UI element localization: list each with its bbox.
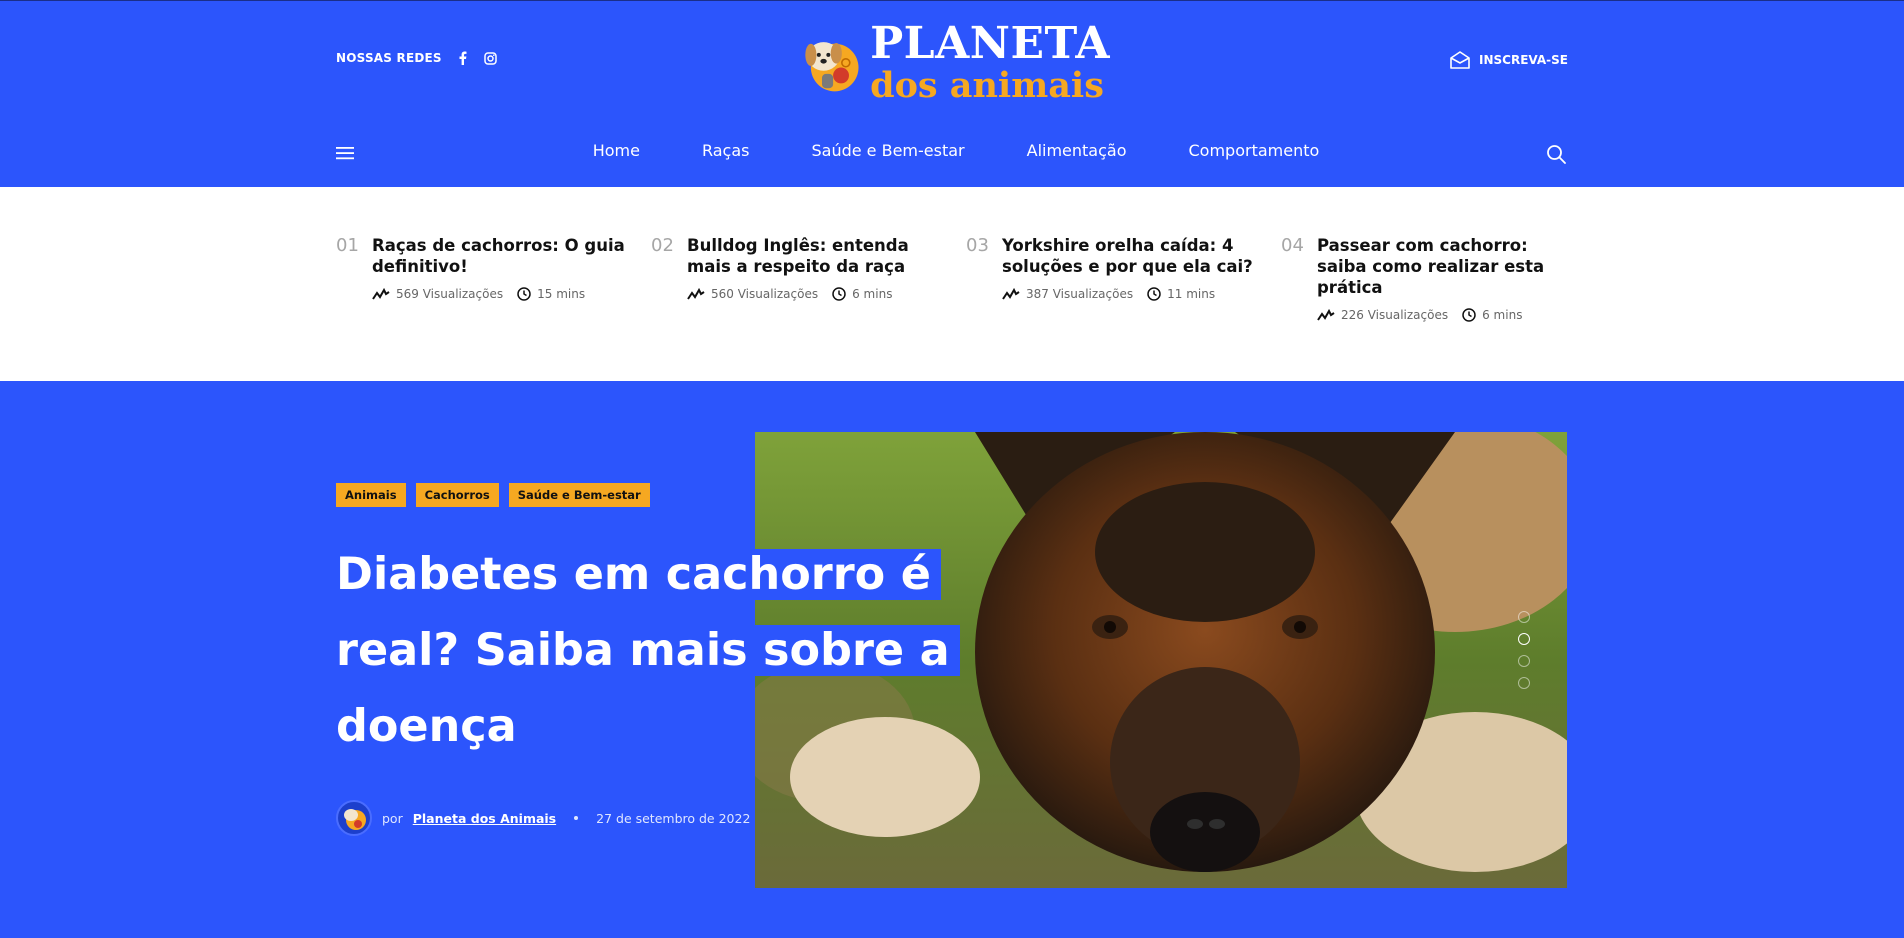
trending-number: 04 (1281, 235, 1304, 256)
logo-mascot-icon (805, 42, 859, 92)
slider-dot[interactable] (1518, 655, 1530, 667)
logo-subtitle: dos animais (870, 64, 1104, 106)
views-count: 387 Visualizações (1026, 287, 1134, 301)
views-count: 569 Visualizações (396, 287, 504, 301)
nav-item-saude[interactable]: Saúde e Bem-estar (811, 141, 964, 160)
logo-text: PLANETA dos animais (870, 17, 1110, 106)
trending-item[interactable]: 02 Bulldog Inglês: entenda mais a respei… (651, 235, 951, 301)
social-label: NOSSAS REDES (336, 51, 442, 65)
trending-item[interactable]: 03 Yorkshire orelha caída: 4 soluções e … (966, 235, 1266, 301)
subscribe-button[interactable]: INSCREVA-SE (1449, 50, 1568, 70)
avatar[interactable] (336, 800, 372, 836)
trending-posts: 01 Raças de cachorros: O guia definitivo… (0, 187, 1904, 381)
trending-number: 01 (336, 235, 359, 256)
slider-dot-active[interactable] (1518, 633, 1530, 645)
trending-title[interactable]: Yorkshire orelha caída: 4 soluções e por… (1002, 235, 1258, 277)
featured-post: Animais Cachorros Saúde e Bem-estar Diab… (0, 381, 1904, 938)
featured-title[interactable]: Diabetes em cachorro é real? Saiba mais … (336, 537, 976, 765)
author-link[interactable]: Planeta dos Animais (413, 811, 556, 826)
nav-item-home[interactable]: Home (593, 141, 640, 160)
main-nav: Home Raças Saúde e Bem-estar Alimentação… (0, 141, 1904, 160)
trending-icon (687, 288, 705, 300)
search-icon[interactable] (1546, 144, 1566, 164)
trending-title[interactable]: Passear com cachorro: saiba como realiza… (1317, 235, 1573, 298)
views-count: 226 Visualizações (1341, 308, 1449, 322)
trending-number: 03 (966, 235, 989, 256)
featured-title-text[interactable]: Diabetes em cachorro é real? Saiba mais … (336, 549, 960, 752)
post-date: 27 de setembro de 2022 (596, 810, 751, 826)
views-count: 560 Visualizações (711, 287, 819, 301)
logo-title: PLANETA (870, 17, 1110, 69)
clock-icon (1147, 287, 1161, 301)
slider-pagination (1518, 611, 1530, 689)
meta-separator (574, 816, 579, 820)
read-time: 6 mins (852, 287, 893, 301)
clock-icon (517, 287, 531, 301)
envelope-icon (1450, 51, 1470, 69)
trending-title[interactable]: Bulldog Inglês: entenda mais a respeito … (687, 235, 943, 277)
trending-number: 02 (651, 235, 674, 256)
trending-icon (1317, 309, 1335, 321)
trending-item[interactable]: 04 Passear com cachorro: saiba como real… (1281, 235, 1581, 322)
trending-item[interactable]: 01 Raças de cachorros: O guia definitivo… (336, 235, 636, 301)
trending-title[interactable]: Raças de cachorros: O guia definitivo! (372, 235, 628, 277)
read-time: 11 mins (1167, 287, 1216, 301)
read-time: 6 mins (1482, 308, 1523, 322)
trending-icon (1002, 288, 1020, 300)
trending-icon (372, 288, 390, 300)
by-label: por (382, 810, 403, 826)
site-header: NOSSAS REDES PLANETA dos animais INSCREV… (0, 0, 1904, 187)
slider-dot[interactable] (1518, 677, 1530, 689)
category-tag[interactable]: Saúde e Bem-estar (508, 483, 650, 507)
facebook-icon[interactable] (456, 51, 470, 65)
category-tags: Animais Cachorros Saúde e Bem-estar (336, 483, 650, 507)
category-tag[interactable]: Cachorros (415, 483, 499, 507)
clock-icon (1462, 308, 1476, 322)
social-links: NOSSAS REDES (336, 51, 498, 65)
nav-item-comportamento[interactable]: Comportamento (1189, 141, 1320, 160)
site-logo[interactable]: PLANETA dos animais (795, 19, 1110, 105)
post-meta: por Planeta dos Animais 27 de setembro d… (336, 800, 750, 836)
category-tag[interactable]: Animais (336, 483, 406, 507)
subscribe-label: INSCREVA-SE (1479, 53, 1568, 67)
slider-dot[interactable] (1518, 611, 1530, 623)
instagram-icon[interactable] (484, 51, 498, 65)
clock-icon (832, 287, 846, 301)
nav-item-racas[interactable]: Raças (702, 141, 750, 160)
nav-item-alimentacao[interactable]: Alimentação (1027, 141, 1127, 160)
read-time: 15 mins (537, 287, 586, 301)
